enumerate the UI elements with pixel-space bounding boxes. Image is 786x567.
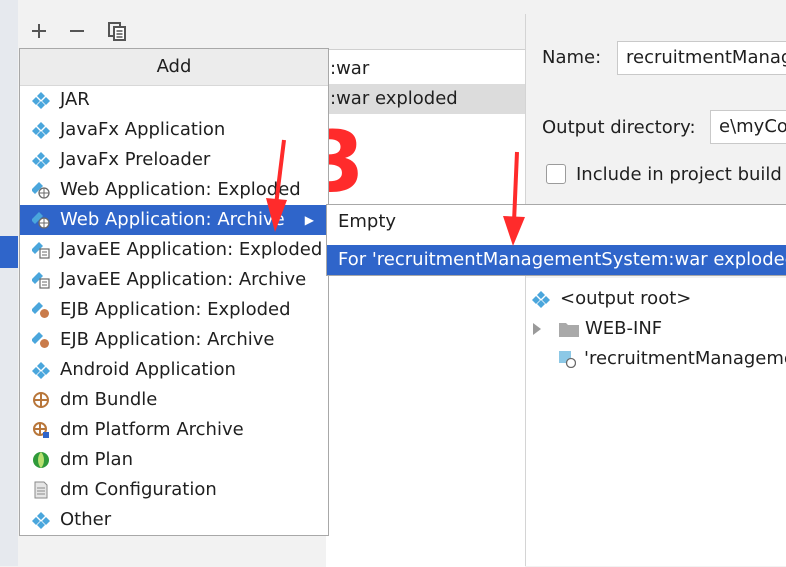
annotation-arrow-right (503, 151, 525, 246)
annotation-arrow-left (266, 139, 287, 232)
annotation-arrows (266, 139, 525, 246)
